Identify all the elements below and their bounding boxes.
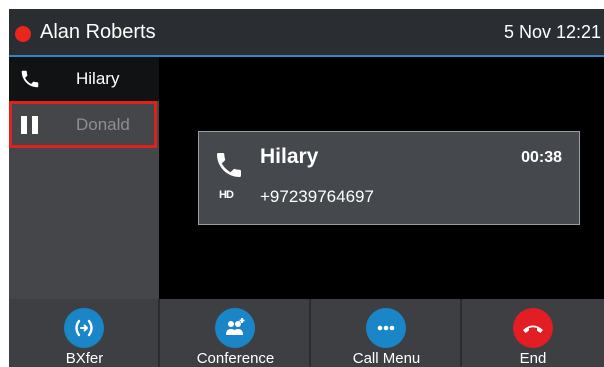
conference-icon — [215, 308, 255, 348]
phone-icon — [217, 153, 241, 177]
date-time: 5 Nov 12:21 — [504, 22, 602, 42]
presence-status-icon — [15, 26, 31, 42]
hd-icon: HD — [219, 189, 234, 201]
phone-screen: Alan Roberts 5 Nov 12:21 Hilary Donald H… — [9, 9, 604, 367]
phone-icon — [21, 70, 39, 88]
user-name: Alan Roberts — [40, 21, 156, 43]
line-label-hilary: Hilary — [76, 69, 120, 88]
call-menu-label: Call Menu — [352, 350, 421, 367]
softkey-bar: BXfer Conference Call Menu End — [9, 299, 604, 367]
active-call-card[interactable]: HD Hilary 00:38 +97239764697 — [198, 131, 580, 225]
call-menu-button[interactable]: Call Menu — [311, 299, 462, 367]
held-call-highlight — [9, 101, 157, 148]
bxfer-button[interactable]: BXfer — [9, 299, 160, 367]
conference-button[interactable]: Conference — [160, 299, 311, 367]
caller-name: Hilary — [260, 145, 319, 168]
bxfer-label: BXfer — [65, 350, 104, 367]
end-label: End — [519, 350, 547, 367]
end-call-icon — [513, 308, 553, 348]
conference-label: Conference — [196, 350, 275, 367]
line-item-hilary[interactable]: Hilary — [9, 57, 159, 101]
more-icon — [366, 308, 406, 348]
status-bar: Alan Roberts 5 Nov 12:21 — [9, 9, 604, 57]
blind-transfer-icon — [64, 308, 104, 348]
end-call-button[interactable]: End — [462, 299, 604, 367]
call-lines-sidebar: Hilary Donald — [9, 57, 159, 299]
caller-number: +97239764697 — [260, 187, 374, 206]
call-timer: 00:38 — [521, 149, 562, 166]
